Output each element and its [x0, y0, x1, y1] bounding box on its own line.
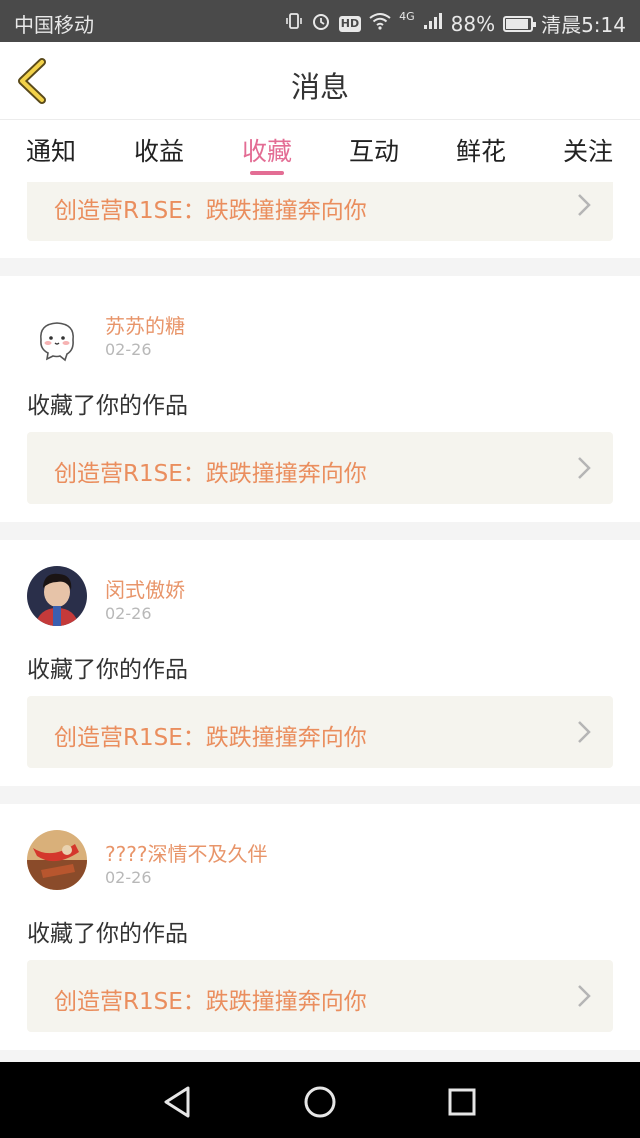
tab-interactions[interactable]: 互动: [349, 132, 399, 168]
network-type: 4G: [399, 10, 415, 23]
chevron-right-icon: [578, 985, 591, 1007]
vibrate-icon: [285, 12, 303, 35]
notification-action: 收藏了你的作品: [27, 921, 188, 947]
nav-back-button[interactable]: [158, 1082, 198, 1122]
avatar[interactable]: [27, 310, 87, 370]
chevron-right-icon: [578, 721, 591, 743]
chevron-right-icon: [578, 457, 591, 479]
nav-home-icon: [304, 1086, 336, 1118]
work-link[interactable]: 创造营R1SE：跌跌撞撞奔向你: [27, 696, 613, 768]
list-item: 苏苏的糖 02-26 收藏了你的作品 创造营R1SE：跌跌撞撞奔向你: [0, 276, 640, 522]
tab-earnings[interactable]: 收益: [134, 132, 184, 168]
notification-list[interactable]: 创造营R1SE：跌跌撞撞奔向你 苏苏的糖 02-26 收藏了你的作品 创造营R1…: [0, 182, 640, 1062]
user-name[interactable]: 苏苏的糖: [105, 310, 185, 339]
system-nav-bar: [0, 1062, 640, 1138]
list-item: ????深情不及久伴 02-26 收藏了你的作品 创造营R1SE：跌跌撞撞奔向你: [0, 804, 640, 1050]
work-title: 创造营R1SE：跌跌撞撞奔向你: [54, 725, 367, 751]
work-link[interactable]: 创造营R1SE：跌跌撞撞奔向你: [27, 432, 613, 504]
battery-percent: 88%: [450, 11, 496, 36]
work-title: 创造营R1SE：跌跌撞撞奔向你: [54, 989, 367, 1015]
wifi-icon: [369, 12, 391, 35]
user-photo-icon: [27, 830, 87, 890]
cartoon-avatar-icon: [40, 322, 74, 362]
notification-date: 02-26: [105, 604, 152, 623]
work-title: 创造营R1SE：跌跌撞撞奔向你: [54, 198, 367, 224]
nav-recents-button[interactable]: [442, 1082, 482, 1122]
work-title: 创造营R1SE：跌跌撞撞奔向你: [54, 461, 367, 487]
user-photo-icon: [27, 566, 87, 626]
tab-favorites[interactable]: 收藏: [242, 132, 292, 168]
notification-date: 02-26: [105, 868, 152, 887]
nav-recents-icon: [448, 1088, 476, 1116]
work-link[interactable]: 创造营R1SE：跌跌撞撞奔向你: [27, 960, 613, 1032]
tab-flowers[interactable]: 鲜花: [456, 132, 506, 168]
user-name[interactable]: ????深情不及久伴: [105, 838, 267, 867]
app-header: 消息: [0, 42, 640, 120]
hd-voice-badge: HD: [338, 15, 362, 32]
tab-bar: 通知 收益 收藏 互动 鲜花 关注: [0, 120, 640, 182]
page-title: 消息: [290, 70, 349, 104]
clock: 清晨5:14: [541, 13, 626, 37]
battery-icon: [503, 15, 537, 32]
tab-following[interactable]: 关注: [563, 132, 613, 168]
user-name[interactable]: 闵式傲娇: [105, 574, 185, 603]
active-tab-indicator: [250, 171, 284, 175]
screen: 中国移动 HD 4G 88% 清晨5:14 消息 通知 收益 收藏 互动 鲜花 …: [0, 0, 640, 1138]
notification-action: 收藏了你的作品: [27, 393, 188, 419]
nav-back-icon: [164, 1086, 190, 1118]
work-link[interactable]: 创造营R1SE：跌跌撞撞奔向你: [27, 182, 613, 241]
alarm-icon: [311, 11, 331, 36]
notification-date: 02-26: [105, 340, 152, 359]
signal-icon: [423, 12, 443, 35]
avatar[interactable]: [27, 830, 87, 890]
status-bar: 中国移动 HD 4G 88% 清晨5:14: [0, 0, 640, 42]
carrier-name: 中国移动: [14, 13, 94, 37]
notification-action: 收藏了你的作品: [27, 657, 188, 683]
chevron-right-icon: [578, 194, 591, 216]
tab-notifications[interactable]: 通知: [26, 132, 76, 168]
list-item: 闵式傲娇 02-26 收藏了你的作品 创造营R1SE：跌跌撞撞奔向你: [0, 540, 640, 786]
avatar[interactable]: [27, 566, 87, 626]
list-item: 创造营R1SE：跌跌撞撞奔向你: [0, 182, 640, 258]
nav-home-button[interactable]: [300, 1082, 340, 1122]
